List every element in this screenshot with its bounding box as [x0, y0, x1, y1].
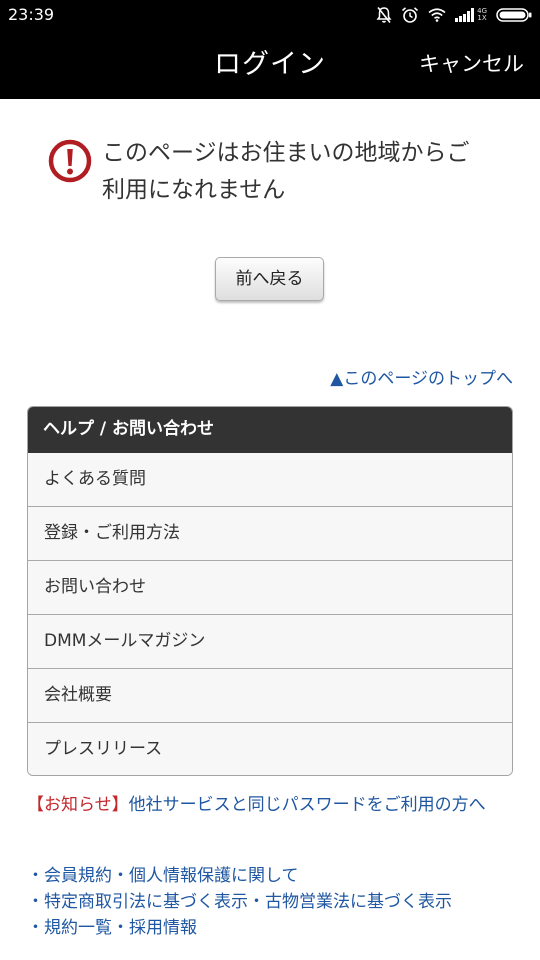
- separator: ・: [112, 866, 129, 886]
- status-icons: 4G 1X: [376, 5, 532, 25]
- bullet: ・: [27, 892, 44, 912]
- error-text: このページはお住まいの地域からご 利用になれません: [102, 135, 502, 209]
- notice-text: 他社サービスと同じパスワードをご利用の方へ: [128, 795, 486, 815]
- help-item-faq[interactable]: よくある質問: [28, 453, 512, 507]
- separator: ・: [112, 918, 129, 938]
- password-notice-link[interactable]: 【お知らせ】他社サービスと同じパスワードをご利用の方へ: [27, 791, 507, 819]
- cancel-button[interactable]: キャンセル: [419, 30, 524, 99]
- exclamation-circle-icon: [48, 139, 92, 183]
- error-text-line: このページはお住まいの地域からご: [102, 140, 470, 166]
- wifi-icon: [428, 8, 446, 22]
- terms-list-link[interactable]: 規約一覧: [44, 918, 112, 938]
- battery-icon: [496, 8, 532, 22]
- bullet: ・: [27, 866, 44, 886]
- notice-tag: 【お知らせ】: [27, 795, 129, 815]
- footer-row: ・特定商取引法に基づく表示・古物営業法に基づく表示: [27, 889, 527, 915]
- network-type: 4G 1X: [477, 7, 487, 22]
- status-time: 23:39: [8, 5, 55, 24]
- nav-bar: ログイン キャンセル: [0, 30, 540, 99]
- commercial-law-link[interactable]: 特定商取引法に基づく表示: [44, 892, 248, 912]
- back-button[interactable]: 前へ戻る: [215, 257, 324, 301]
- separator: ・: [248, 892, 265, 912]
- help-item-company[interactable]: 会社概要: [28, 669, 512, 723]
- terms-link[interactable]: 会員規約: [44, 866, 112, 886]
- antique-law-link[interactable]: 古物営業法に基づく表示: [265, 892, 452, 912]
- footer-row: ・規約一覧・採用情報: [27, 915, 527, 941]
- help-item-registration[interactable]: 登録・ご利用方法: [28, 507, 512, 561]
- status-bar: 23:39 4G 1X: [0, 0, 540, 30]
- help-contact-menu: ヘルプ / お問い合わせ よくある質問 登録・ご利用方法 お問い合わせ DMMメ…: [27, 406, 513, 776]
- help-item-contact[interactable]: お問い合わせ: [28, 561, 512, 615]
- bullet: ・: [27, 918, 44, 938]
- footer-links: ・会員規約・個人情報保護に関して ・特定商取引法に基づく表示・古物営業法に基づく…: [27, 863, 527, 941]
- signal-icon: [455, 8, 475, 22]
- error-text-line: 利用になれません: [102, 177, 286, 203]
- privacy-link[interactable]: 個人情報保護に関して: [129, 866, 299, 886]
- help-item-press-release[interactable]: プレスリリース: [28, 723, 512, 775]
- help-item-mail-magazine[interactable]: DMMメールマガジン: [28, 615, 512, 669]
- footer-row: ・会員規約・個人情報保護に関して: [27, 863, 527, 889]
- alarm-icon: [402, 7, 419, 23]
- mute-icon: [376, 7, 392, 23]
- page-top-link[interactable]: ▲このページのトップへ: [330, 364, 513, 389]
- recruit-link[interactable]: 採用情報: [129, 918, 197, 938]
- help-menu-header: ヘルプ / お問い合わせ: [28, 407, 512, 453]
